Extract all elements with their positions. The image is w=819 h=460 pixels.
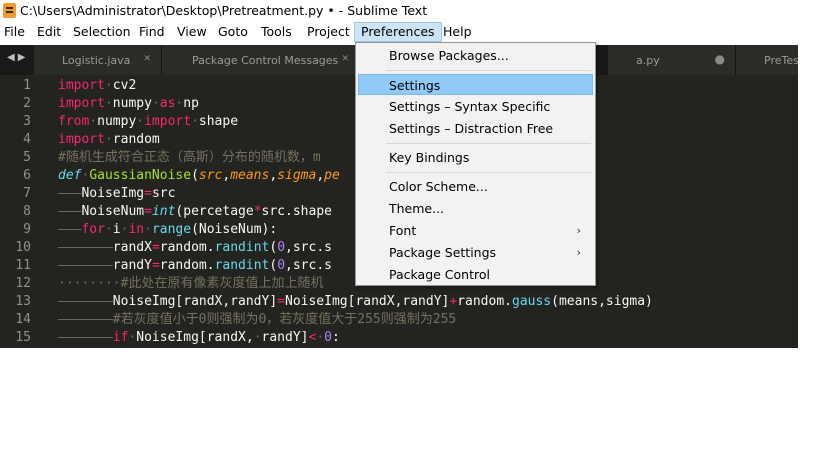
- window-title: C:\Users\Administrator\Desktop\Pretreatm…: [20, 3, 428, 18]
- code-line: 13 ———————NoiseImg[randX,randY]=NoiseImg…: [0, 293, 798, 311]
- code-text: from·numpy·import·shape: [58, 114, 239, 129]
- line-number: 9: [23, 222, 31, 237]
- line-number: 8: [23, 204, 31, 219]
- tab-label: a.py: [636, 54, 660, 67]
- line-number: 1: [23, 78, 31, 93]
- line-number: 14: [15, 312, 31, 327]
- menu-edit[interactable]: Edit: [37, 22, 61, 42]
- submenu-arrow-icon: ›: [576, 224, 581, 237]
- code-line: 14 ———————#若灰度值小于0则强制为0，若灰度值大于255则强制为255: [0, 311, 798, 329]
- tab-close-icon[interactable]: ✕: [341, 54, 349, 64]
- tab-package-control-messages[interactable]: Package Control Messages ✕: [162, 45, 360, 75]
- menu-goto[interactable]: Goto: [218, 22, 248, 42]
- line-number: 5: [23, 150, 31, 165]
- code-text: ———————NoiseImg[randX,randY]=NoiseImg[ra…: [58, 294, 653, 309]
- line-number: 12: [15, 276, 31, 291]
- menu-separator: [386, 143, 591, 144]
- code-comment: #随机生成符合正态（高斯）分布的随机数，m: [58, 150, 321, 165]
- tab-close-dot-icon[interactable]: ●: [715, 52, 725, 66]
- title-bar: C:\Users\Administrator\Desktop\Pretreatm…: [0, 0, 819, 22]
- menu-tools[interactable]: Tools: [261, 22, 292, 42]
- menu-view[interactable]: View: [177, 22, 207, 42]
- code-text: ———NoiseImg=src: [58, 186, 176, 201]
- line-number: 6: [23, 168, 31, 183]
- tab-close-icon[interactable]: ✕: [143, 54, 151, 64]
- code-text: def·GaussianNoise(src,means,sigma,pe: [58, 168, 340, 183]
- menu-item-settings-syntax-specific[interactable]: Settings – Syntax Specific: [358, 96, 593, 117]
- menu-bar: File Edit Selection Find View Goto Tools…: [0, 22, 819, 42]
- menu-file[interactable]: File: [4, 22, 25, 42]
- line-number: 4: [23, 132, 31, 147]
- menu-separator: [386, 70, 591, 71]
- menu-separator: [386, 172, 591, 173]
- code-text: ———————randY=random.randint(0,src.s: [58, 258, 332, 273]
- menu-selection[interactable]: Selection: [73, 22, 131, 42]
- code-text: ———for·i·in·range(NoiseNum):: [58, 222, 278, 237]
- line-number: 11: [15, 258, 31, 273]
- menu-item-key-bindings[interactable]: Key Bindings: [358, 147, 593, 168]
- menu-item-theme[interactable]: Theme...: [358, 198, 593, 219]
- code-text: ———————#若灰度值小于0则强制为0，若灰度值大于255则强制为255: [58, 312, 457, 327]
- code-text: import·numpy·as·np: [58, 96, 199, 111]
- tab-logistic-java[interactable]: Logistic.java ✕: [34, 45, 162, 75]
- code-text: import·cv2: [58, 78, 137, 93]
- tab-label: PreTest: [764, 54, 798, 67]
- code-text: ———————if·NoiseImg[randX,·randY]<·0:: [58, 330, 340, 345]
- code-line: 15 ———————if·NoiseImg[randX,·randY]<·0:: [0, 329, 798, 347]
- menu-item-color-scheme[interactable]: Color Scheme...: [358, 176, 593, 197]
- menu-item-browse-packages[interactable]: Browse Packages...: [358, 45, 593, 66]
- tab-a-py[interactable]: a.py ●: [608, 45, 736, 75]
- line-number: 15: [15, 330, 31, 345]
- preferences-dropdown-menu: Browse Packages... Settings Settings – S…: [355, 42, 596, 286]
- line-number: 2: [23, 96, 31, 111]
- menu-item-package-settings[interactable]: Package Settings ›: [358, 242, 593, 263]
- line-number: 10: [15, 240, 31, 255]
- menu-help[interactable]: Help: [443, 22, 472, 42]
- line-number: 13: [15, 294, 31, 309]
- menu-item-settings[interactable]: Settings: [358, 74, 593, 95]
- sublime-text-app-icon: [3, 3, 16, 18]
- tab-label: Logistic.java: [62, 54, 131, 67]
- code-text: ———NoiseNum=int(percetage*src.shape: [58, 204, 332, 219]
- tab-label: Package Control Messages: [192, 54, 339, 67]
- menu-item-font[interactable]: Font ›: [358, 220, 593, 241]
- line-number: 7: [23, 186, 31, 201]
- line-number: 3: [23, 114, 31, 129]
- submenu-arrow-icon: ›: [576, 246, 581, 259]
- menu-find[interactable]: Find: [139, 22, 165, 42]
- code-text: ———————randX=random.randint(0,src.s: [58, 240, 332, 255]
- menu-preferences[interactable]: Preferences: [354, 22, 442, 42]
- tab-nav-arrows-icon[interactable]: ◀▶: [7, 52, 28, 63]
- tab-pretest[interactable]: PreTest: [736, 45, 798, 75]
- menu-project[interactable]: Project: [307, 22, 350, 42]
- code-text: import·random: [58, 132, 160, 147]
- menu-item-package-control[interactable]: Package Control: [358, 264, 593, 285]
- code-text: ········#此处在原有像素灰度值上加上随机: [58, 276, 324, 291]
- menu-item-settings-distraction-free[interactable]: Settings – Distraction Free: [358, 118, 593, 139]
